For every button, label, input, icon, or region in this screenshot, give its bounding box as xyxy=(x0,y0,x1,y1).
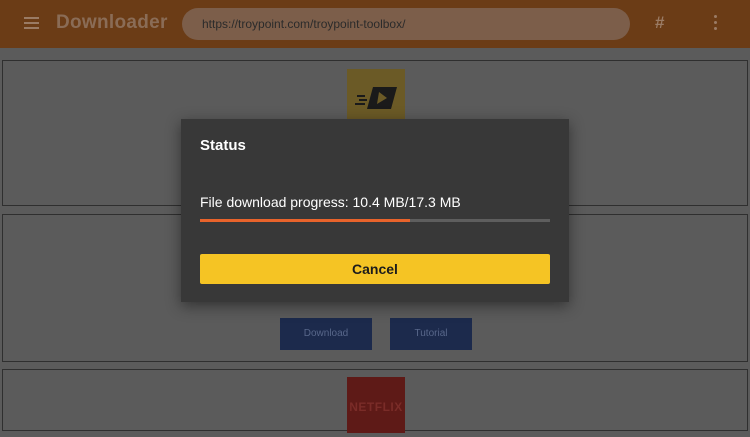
dialog-title: Status xyxy=(200,137,246,154)
hamburger-menu-icon[interactable] xyxy=(24,17,39,29)
video-thumbnail xyxy=(347,69,405,125)
url-text: https://troypoint.com/troypoint-toolbox/ xyxy=(202,17,406,31)
more-options-icon[interactable] xyxy=(714,15,718,33)
status-dialog: Status File download progress: 10.4 MB/1… xyxy=(181,119,569,302)
play-icon xyxy=(355,87,397,109)
app-title: Downloader xyxy=(56,12,168,33)
download-button[interactable]: Download xyxy=(280,318,372,350)
tutorial-button[interactable]: Tutorial xyxy=(390,318,472,350)
top-app-bar: Downloader https://troypoint.com/troypoi… xyxy=(0,0,750,48)
cancel-button[interactable]: Cancel xyxy=(200,254,550,284)
progress-bar-fill xyxy=(200,219,410,222)
netflix-logo: NETFLIX xyxy=(347,377,405,433)
download-progress-text: File download progress: 10.4 MB/17.3 MB xyxy=(200,194,461,210)
hash-icon[interactable]: # xyxy=(655,13,664,33)
url-input[interactable]: https://troypoint.com/troypoint-toolbox/ xyxy=(182,8,630,40)
download-progress-bar xyxy=(200,219,550,222)
